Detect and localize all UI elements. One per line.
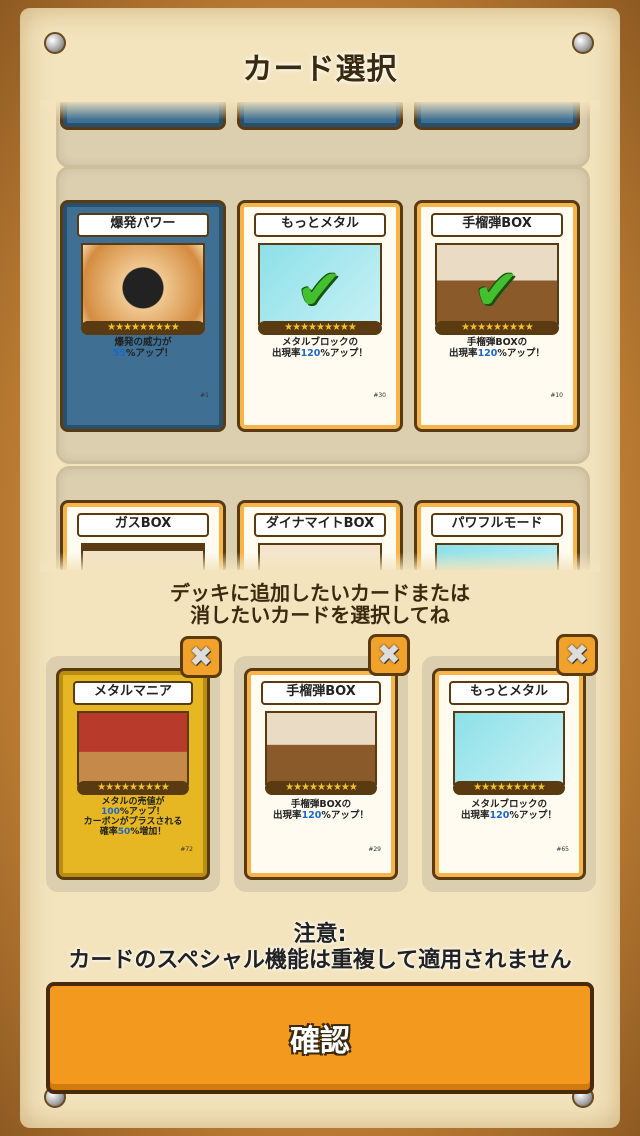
card-bakuhatsu-power[interactable]: 爆発パワー ★★★★★★★★★ 爆発の威力が 55%アップ！ #1 xyxy=(60,200,226,432)
remove-card-button[interactable]: ✖ xyxy=(180,636,222,678)
page-title: カード選択 xyxy=(242,52,398,87)
deck-card-metal-mania[interactable]: メタルマニア ★★★★★★★★★ メタルの売値が 100%アップ！ カーボンがプ… xyxy=(56,668,210,880)
card-motto-metal[interactable]: もっとメタル ✔ ★★★★★★★★★ メタルブロックの 出現率120%アップ！ … xyxy=(237,200,403,432)
star-rating: ★★★★★★★★★ xyxy=(265,781,377,795)
close-icon: ✖ xyxy=(565,638,589,671)
card-name: ガスBOX xyxy=(77,513,209,537)
card-description: メタルブロックの 出現率120%アップ！ xyxy=(461,799,557,821)
card-name: ダイナマイトBOX xyxy=(254,513,386,537)
card-name: もっとメタル xyxy=(254,213,386,237)
card-description: メタルブロックの 出現率120%アップ！ xyxy=(272,337,368,359)
list-fade-top xyxy=(40,100,600,120)
confirm-button[interactable]: 確認 xyxy=(46,982,594,1094)
metal-block-icon xyxy=(453,711,565,785)
crate-icon xyxy=(265,711,377,785)
check-icon: ✔ xyxy=(473,258,520,323)
card-description: 手榴弾BOXの 出現率120%アップ！ xyxy=(449,337,545,359)
card-number: #29 xyxy=(368,846,381,853)
check-icon: ✔ xyxy=(296,258,343,323)
card-number: #72 xyxy=(180,846,193,853)
card-list[interactable]: 爆発パワー ★★★★★★★★★ 爆発の威力が 55%アップ！ #1 もっとメタル… xyxy=(40,102,600,570)
card-name: 手榴弾BOX xyxy=(261,681,381,705)
close-icon: ✖ xyxy=(377,638,401,671)
card-number: #65 xyxy=(556,846,569,853)
remove-card-button[interactable]: ✖ xyxy=(556,634,598,676)
remove-card-button[interactable]: ✖ xyxy=(368,634,410,676)
star-rating: ★★★★★★★★★ xyxy=(435,321,559,335)
character-icon xyxy=(77,711,189,785)
bomb-icon xyxy=(81,243,205,325)
card-number: #30 xyxy=(373,392,386,399)
card-description: 爆発の威力が 55%アップ！ xyxy=(112,337,174,359)
confirm-button-label: 確認 xyxy=(290,1024,350,1059)
close-icon: ✖ xyxy=(189,640,213,673)
instruction-text: デッキに追加したいカードまたは 消したいカードを選択してね xyxy=(170,581,470,627)
card-description: 手榴弾BOXの 出現率120%アップ！ xyxy=(273,799,369,821)
star-rating: ★★★★★★★★★ xyxy=(77,781,189,795)
card-name: メタルマニア xyxy=(73,681,193,705)
notice-text: 注意: カードのスペシャル機能は重複して適用されません xyxy=(68,922,572,973)
star-rating: ★★★★★★★★★ xyxy=(258,321,382,335)
star-rating: ★★★★★★★★★ xyxy=(453,781,565,795)
card-name: 手榴弾BOX xyxy=(431,213,563,237)
card-name: 爆発パワー xyxy=(77,213,209,237)
deck-card-motto-metal[interactable]: もっとメタル ★★★★★★★★★ メタルブロックの 出現率120%アップ！ #6… xyxy=(432,668,586,880)
deck-card-shuryudan-box[interactable]: 手榴弾BOX ★★★★★★★★★ 手榴弾BOXの 出現率120%アップ！ #29 xyxy=(244,668,398,880)
card-shuryudan-box[interactable]: 手榴弾BOX ✔ ★★★★★★★★★ 手榴弾BOXの 出現率120%アップ！ #… xyxy=(414,200,580,432)
card-name: パワフルモード xyxy=(431,513,563,537)
star-rating: ★★★★★★★★★ xyxy=(81,321,205,335)
card-number: #1 xyxy=(200,392,209,399)
card-number: #10 xyxy=(550,392,563,399)
card-name: もっとメタル xyxy=(449,681,569,705)
card-description: メタルの売値が 100%アップ！ カーボンがプラスされる 確率50%増加！ xyxy=(83,797,183,837)
list-fade-bottom xyxy=(40,552,600,572)
